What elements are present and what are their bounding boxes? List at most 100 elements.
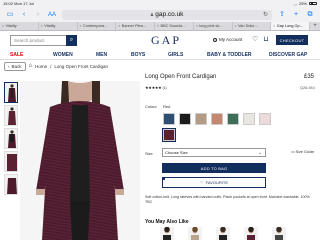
recommendation-image[interactable] bbox=[244, 227, 258, 240]
address-bar[interactable]: 🔒︎ gap.co.uk ↻ bbox=[62, 9, 272, 20]
battery-icon bbox=[309, 1, 317, 6]
close-tab-icon[interactable]: × bbox=[196, 24, 198, 28]
tab-label: Vitality bbox=[5, 24, 17, 28]
color-swatch-selected[interactable] bbox=[161, 127, 177, 143]
heart-icon[interactable]: ♡ bbox=[252, 35, 258, 43]
thumbnail-image[interactable] bbox=[4, 174, 18, 195]
my-account-link[interactable]: My Account bbox=[213, 37, 242, 42]
tab-label: Contempora... bbox=[83, 24, 108, 28]
rating-count: (1) bbox=[162, 85, 167, 90]
lock-icon: 🔒︎ bbox=[150, 11, 154, 18]
safari-toolbar: ▭ ‹ › AA 🔒︎ gap.co.uk ↻ ⇪ + ⧉ bbox=[0, 7, 320, 22]
browser-tab[interactable]: × Contempora... bbox=[78, 22, 165, 180]
close-tab-icon[interactable]: × bbox=[118, 24, 120, 28]
status-time: 15:02 bbox=[3, 1, 14, 6]
thumbnail-list bbox=[4, 82, 18, 197]
add-to-bag-button[interactable]: ADD TO BAG bbox=[162, 163, 266, 173]
bag-icon[interactable]: ⊔ bbox=[263, 35, 268, 43]
browser-tab[interactable]: × Van Dolor... bbox=[162, 22, 272, 180]
close-tab-icon[interactable]: × bbox=[235, 24, 237, 28]
search-icon[interactable]: ⌕ bbox=[66, 34, 77, 46]
browser-tab[interactable]: × BBC Sounds... bbox=[155, 22, 194, 180]
color-label: Colour bbox=[145, 104, 157, 109]
share-icon[interactable]: ⇪ bbox=[278, 11, 286, 18]
thumbnail-image[interactable] bbox=[4, 82, 18, 103]
browser-tab[interactable]: × Vitality bbox=[39, 22, 165, 180]
header-icons: ♡ ⊔ bbox=[252, 35, 269, 43]
product-rating[interactable]: ★★★★★(1) bbox=[145, 85, 167, 90]
product-price: £35 bbox=[304, 74, 315, 80]
chevron-left-icon: ‹ bbox=[8, 63, 10, 69]
home-icon[interactable]: ⌂ bbox=[29, 63, 33, 69]
browser-tab[interactable]: × Vitality bbox=[0, 22, 165, 180]
new-tab-icon[interactable]: + bbox=[292, 11, 300, 18]
user-icon bbox=[213, 37, 217, 42]
checkout-button[interactable]: CHECKOUT bbox=[276, 35, 308, 45]
tab-label: long pink sk... bbox=[199, 24, 223, 28]
tab-label: BBC Sounds... bbox=[160, 24, 186, 28]
reader-aa-button[interactable]: AA bbox=[48, 12, 56, 18]
rating-stars: ★★★★★ bbox=[145, 85, 162, 90]
chevron-right-icon: / bbox=[50, 63, 52, 69]
recommendation-image[interactable] bbox=[272, 227, 286, 240]
close-tab-icon[interactable]: × bbox=[41, 24, 43, 28]
product-title: Long Open Front Cardigan bbox=[145, 74, 217, 80]
reload-icon[interactable]: ↻ bbox=[263, 11, 268, 18]
tab-label: Van Dolor... bbox=[238, 24, 258, 28]
thumbnail-image[interactable] bbox=[4, 128, 18, 149]
nav-item-men[interactable]: MEN bbox=[96, 52, 107, 58]
nav-item-sale[interactable]: SALE bbox=[10, 52, 23, 58]
back-button[interactable]: ‹ Back bbox=[4, 61, 26, 71]
size-select[interactable]: Choose Size ⌄ bbox=[162, 148, 266, 157]
recommendation-image[interactable] bbox=[160, 227, 174, 240]
thumbnail-image[interactable] bbox=[4, 105, 18, 126]
color-swatch[interactable] bbox=[179, 113, 191, 125]
browser-tab[interactable]: × Banner Plea... bbox=[116, 22, 165, 180]
site-header: Search product ⌕ GAP My Account ♡ ⊔ CHEC… bbox=[0, 31, 320, 49]
size-guide-label: Size Guide bbox=[295, 149, 315, 154]
add-tab-button[interactable]: + bbox=[310, 22, 320, 30]
gap-logo[interactable]: GAP bbox=[151, 33, 181, 48]
close-tab-icon[interactable]: × bbox=[157, 24, 159, 28]
color-swatch[interactable] bbox=[243, 113, 255, 125]
wifi-icon: ◡ bbox=[293, 1, 297, 6]
product-description: Soft cotton-knit. Long sleeves with band… bbox=[145, 195, 310, 204]
heart-icon: ♡ bbox=[200, 180, 204, 185]
color-swatch[interactable] bbox=[195, 113, 207, 125]
breadcrumb-home[interactable]: Home bbox=[35, 64, 47, 69]
nav-item-girls[interactable]: GIRLS bbox=[168, 52, 183, 58]
color-swatch[interactable] bbox=[259, 113, 271, 125]
color-swatch[interactable] bbox=[227, 113, 239, 125]
recommendation-image[interactable] bbox=[216, 227, 230, 240]
favourite-label: FAVOURITE bbox=[205, 180, 228, 185]
browser-tab-strip: × Vitality × Vitality × Contempora... × Bann… bbox=[0, 22, 320, 180]
nav-item-baby-toddler[interactable]: BABY & TODDLER bbox=[207, 52, 252, 58]
product-main-image[interactable] bbox=[20, 81, 140, 240]
browser-tab-active[interactable]: × Gap Long Op... bbox=[162, 22, 310, 180]
sidebar-icon[interactable]: ▭ bbox=[6, 11, 14, 18]
search-placeholder: Search product bbox=[14, 37, 45, 43]
favourite-button[interactable]: ♡ FAVOURITE bbox=[162, 177, 266, 188]
nav-item-boys[interactable]: BOYS bbox=[131, 52, 145, 58]
tabs-overview-icon[interactable]: ⧉ bbox=[306, 11, 314, 18]
color-swatch[interactable] bbox=[211, 113, 223, 125]
recommendation-image[interactable] bbox=[188, 227, 202, 240]
ios-status-bar: 15:02 Mon 17 Jul ◡ 25% bbox=[0, 0, 320, 7]
close-tab-icon[interactable]: × bbox=[80, 24, 82, 28]
size-guide-link[interactable]: ▭ Size Guide bbox=[291, 149, 315, 155]
close-tab-icon[interactable]: × bbox=[273, 24, 275, 28]
thumbnail-image[interactable] bbox=[4, 151, 18, 172]
breadcrumb-current: Long Open Front Cardigan bbox=[54, 63, 108, 69]
forward-icon[interactable]: › bbox=[34, 11, 42, 18]
nav-item-women[interactable]: WOMEN bbox=[53, 52, 73, 58]
tab-label: Gap Long Op... bbox=[276, 24, 303, 28]
also-like-title: You May Also Like bbox=[145, 219, 189, 225]
search-input[interactable]: Search product ⌕ bbox=[10, 34, 77, 46]
chevron-down-icon: ⌄ bbox=[257, 150, 262, 156]
back-icon[interactable]: ‹ bbox=[20, 11, 28, 18]
color-swatch[interactable] bbox=[163, 113, 175, 125]
close-tab-icon[interactable]: × bbox=[2, 24, 4, 28]
browser-tab[interactable]: × long pink sk... bbox=[162, 22, 233, 180]
tab-label: Banner Plea... bbox=[121, 24, 146, 28]
nav-item-discover-gap[interactable]: DISCOVER GAP bbox=[269, 52, 307, 58]
